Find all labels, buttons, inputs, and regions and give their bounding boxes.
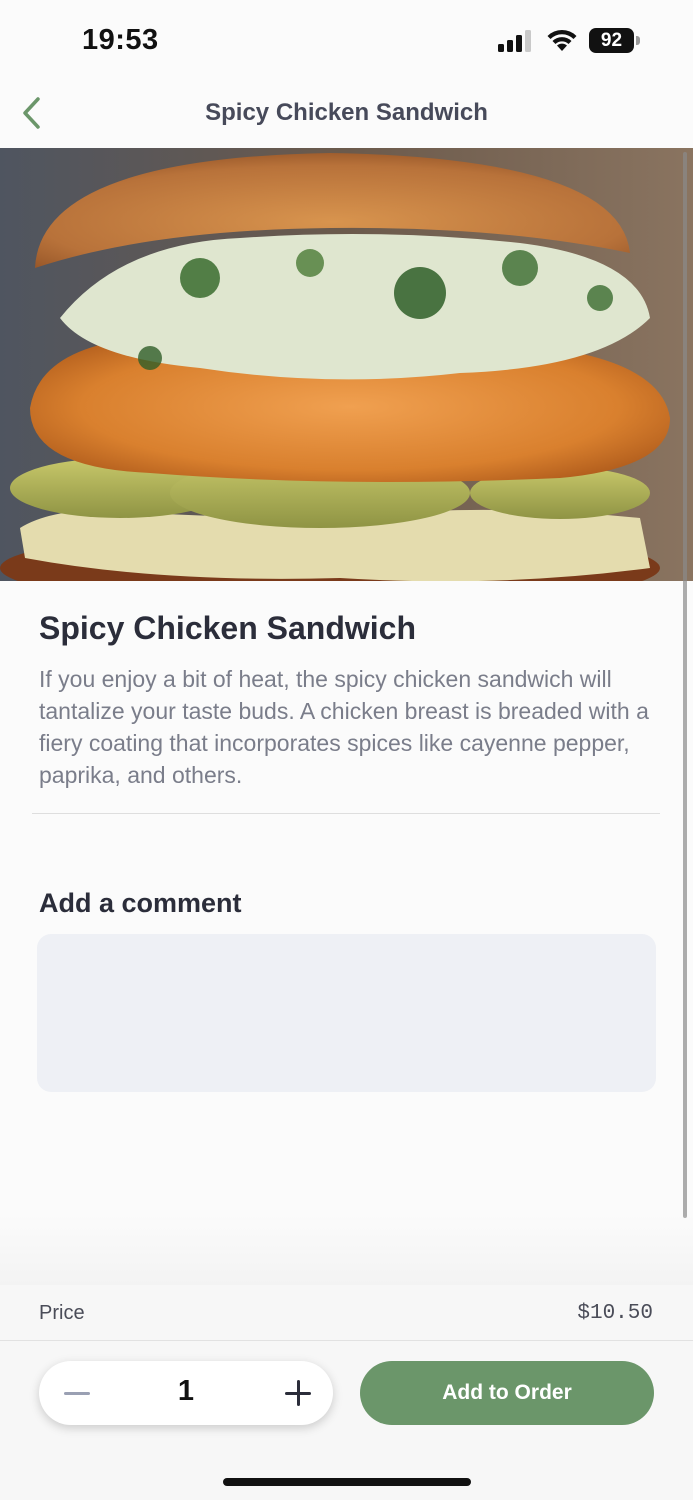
wifi-icon (547, 29, 577, 51)
status-time: 19:53 (82, 24, 159, 56)
item-description: If you enjoy a bit of heat, the spicy ch… (39, 666, 649, 788)
battery-icon: 92 (589, 28, 641, 53)
quantity-stepper: 1 (39, 1361, 333, 1425)
nav-title: Spicy Chicken Sandwich (205, 99, 488, 126)
quantity-value: 1 (177, 1375, 195, 1407)
scroll-indicator[interactable] (683, 152, 687, 1218)
battery-tip (636, 36, 640, 45)
sandwich-photo (0, 148, 693, 581)
footer-fade (0, 1215, 693, 1285)
signal-icon (498, 30, 531, 52)
item-title: Spicy Chicken Sandwich (39, 610, 416, 646)
home-indicator[interactable] (223, 1478, 471, 1486)
price-value: $10.50 (577, 1302, 653, 1325)
add-to-order-button[interactable]: Add to Order (360, 1361, 654, 1425)
plus-icon[interactable] (283, 1369, 331, 1417)
status-bar: 19:53 92 (0, 0, 693, 80)
minus-icon[interactable] (59, 1369, 107, 1417)
comment-input[interactable] (37, 934, 656, 1092)
footer-divider (0, 1340, 693, 1341)
comment-label: Add a comment (39, 888, 242, 918)
item-image (0, 148, 693, 581)
price-label: Price (39, 1302, 85, 1324)
nav-bar: Spicy Chicken Sandwich (0, 80, 693, 148)
battery-level: 92 (589, 28, 634, 53)
divider (32, 813, 660, 814)
